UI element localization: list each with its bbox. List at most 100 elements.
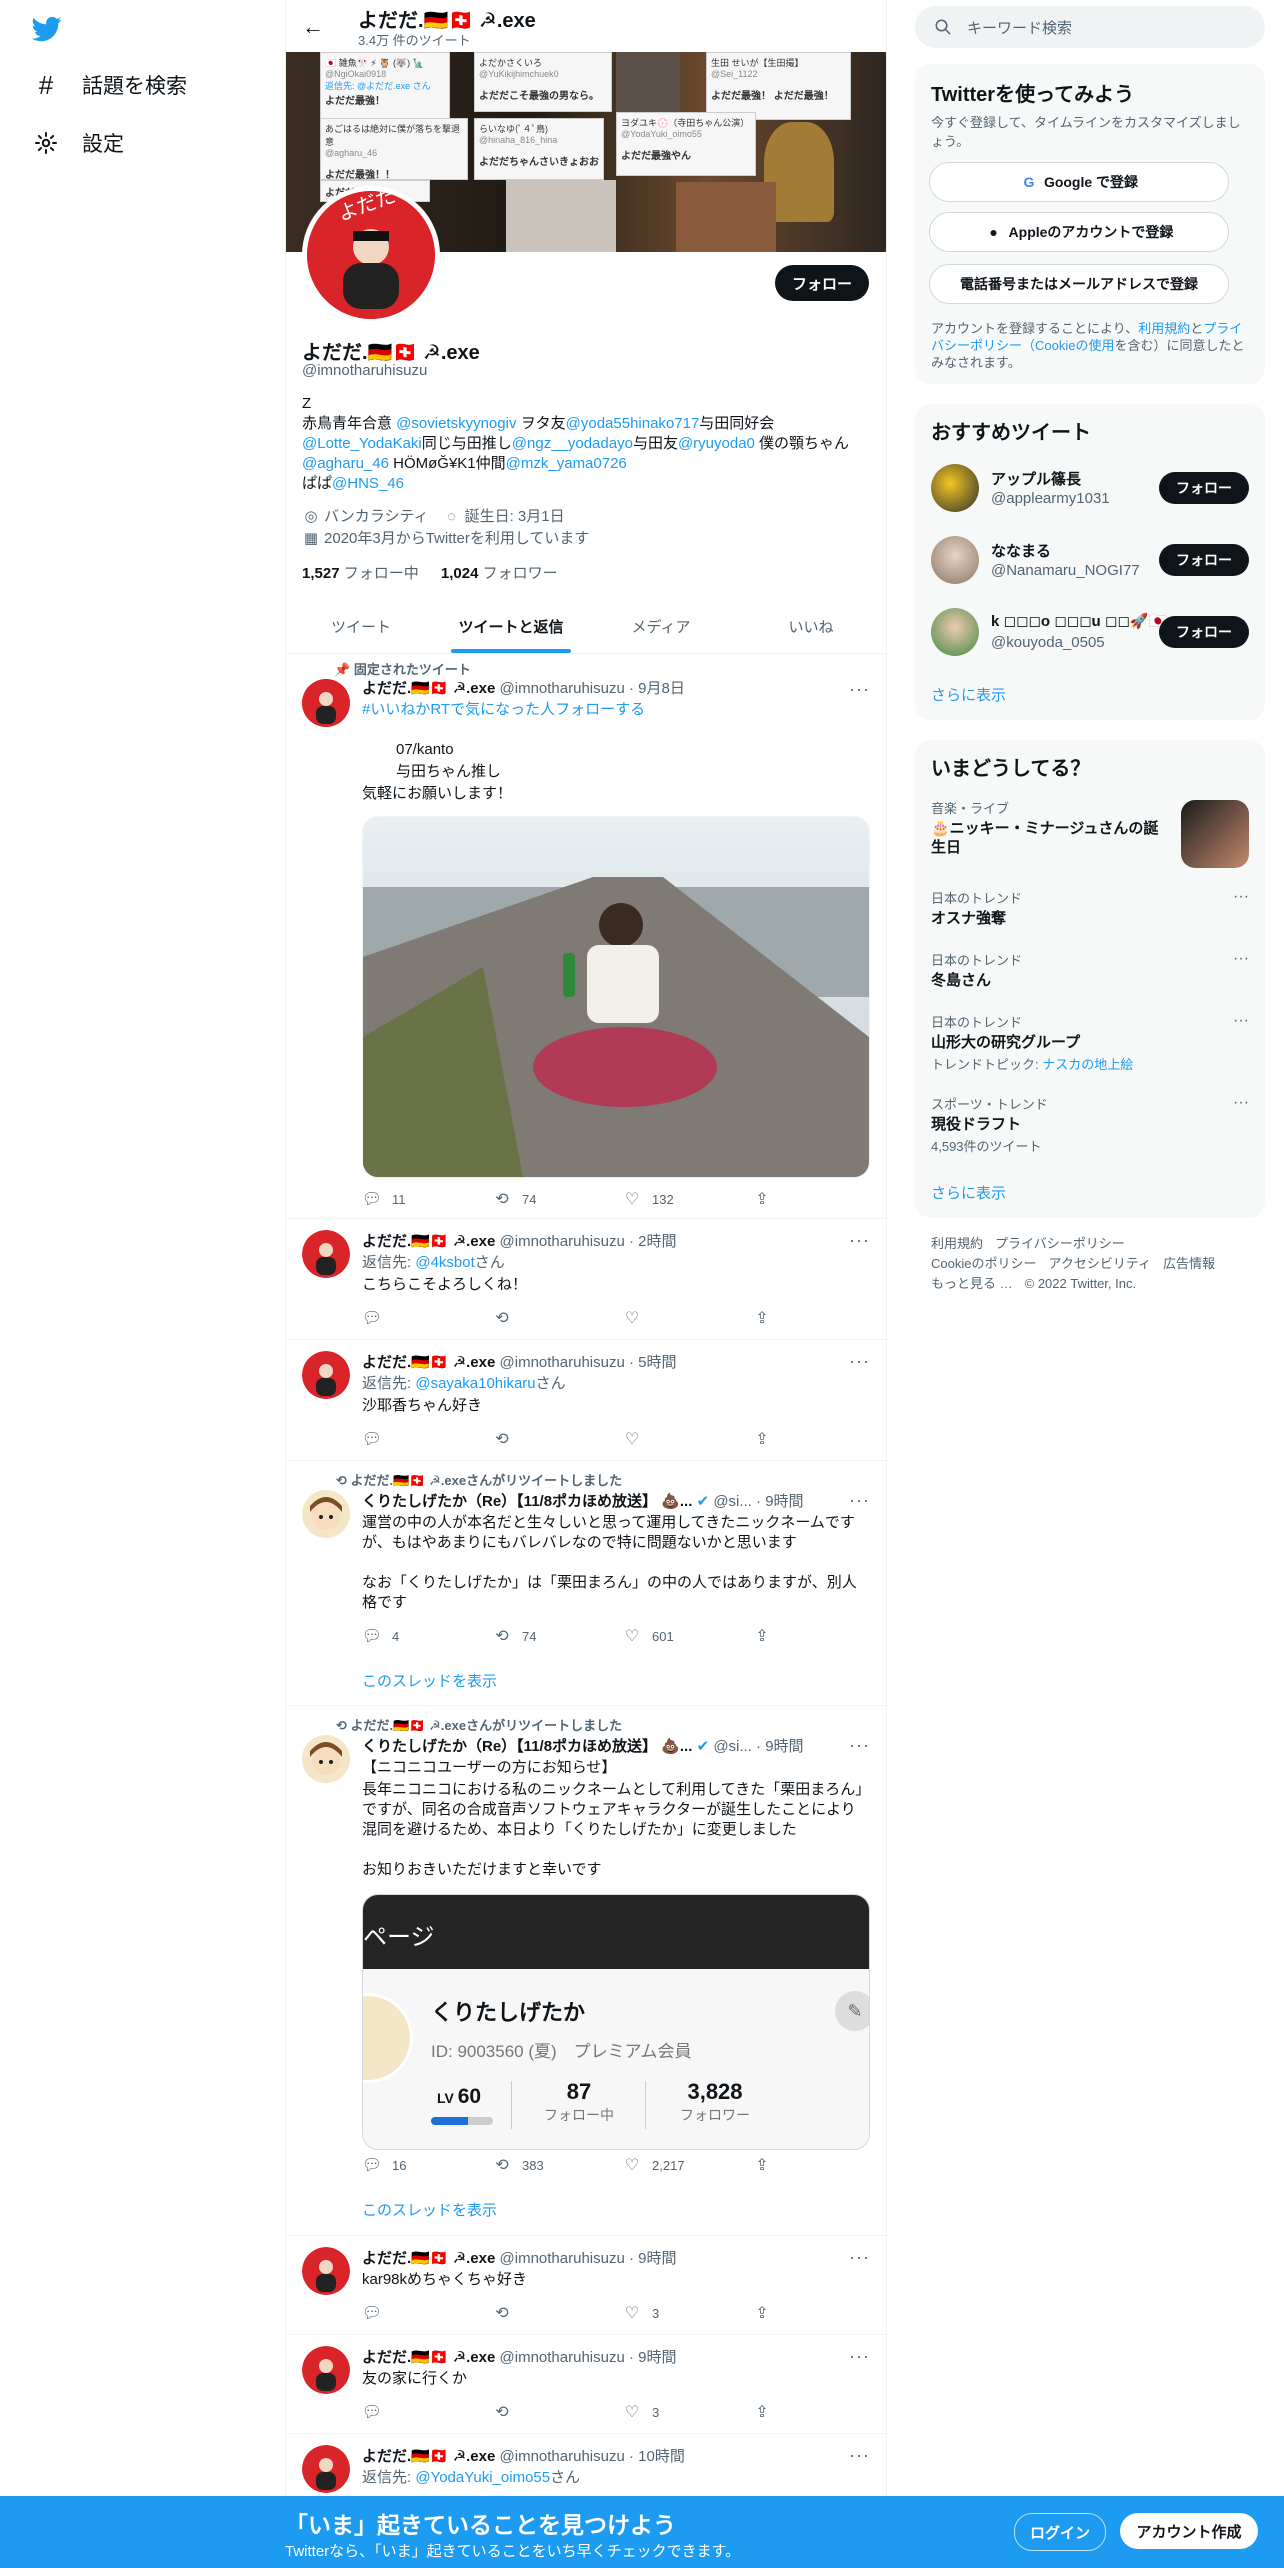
show-thread-link[interactable]: このスレッドを表示 (362, 2199, 497, 2220)
followers-link[interactable]: 1,024 フォロワー (441, 565, 558, 582)
tweet-author-name[interactable]: よだだ.🇩🇪🇨🇭 ☭.exe (362, 2250, 495, 2267)
reply-button[interactable]: 💬︎ 4 (362, 1626, 492, 1646)
tweet[interactable]: ··· よだだ.🇩🇪🇨🇭 ☭.exe @imnotharuhisuzu · 9時… (286, 2235, 886, 2335)
like-button[interactable]: ♡ 132 (622, 1189, 752, 1209)
reply-button[interactable]: 💬︎ (362, 1308, 492, 1328)
follow-button[interactable]: フォロー (775, 265, 869, 301)
tweet-time[interactable]: 10時間 (638, 2448, 685, 2465)
following-link[interactable]: 1,527 フォロー中 (302, 565, 419, 582)
bio-mention[interactable]: @Lotte_YodaKaki (302, 435, 422, 452)
reply-button[interactable]: 💬︎ 16 (362, 2155, 492, 2175)
tweet-time[interactable]: 9月8日 (638, 680, 685, 697)
tweet[interactable]: ··· よだだ.🇩🇪🇨🇭 ☭.exe @imnotharuhisuzu · 2時… (286, 1218, 886, 1340)
follow-button[interactable]: フォロー (1159, 616, 1249, 648)
more-icon[interactable]: ··· (1233, 1094, 1249, 1112)
retweet-button[interactable]: ⟲ (492, 1429, 622, 1449)
footer-link[interactable]: アクセシビリティ (1048, 1256, 1151, 1271)
bio-mention[interactable]: @agharu_46 (302, 455, 389, 472)
twitter-logo-icon[interactable] (31, 14, 62, 44)
trend-item[interactable]: 日本のトレンド 山形大の研究グループ トレンドトピック: ナスカの地上絵 ··· (931, 1012, 1249, 1073)
share-button[interactable]: ⇪ (752, 2402, 782, 2422)
tweet-author-name[interactable]: よだだ.🇩🇪🇨🇭 ☭.exe (362, 2349, 495, 2366)
bio-mention[interactable]: @ngz__yodadayo (512, 435, 633, 452)
terms-link[interactable]: 利用規約 (1138, 321, 1190, 336)
bio-mention[interactable]: @ryuyoda0 (678, 435, 755, 452)
phone-signup-button[interactable]: 電話番号またはメールアドレスで登録 (929, 264, 1229, 304)
tweet-time[interactable]: 9時間 (765, 1493, 803, 1510)
retweet-button[interactable]: ⟲ (492, 2303, 622, 2323)
profile-avatar[interactable]: よだだ (302, 186, 440, 324)
reply-to-mention[interactable]: @YodaYuki_oimo55 (415, 2469, 550, 2486)
trend-item[interactable]: スポーツ・トレンド 現役ドラフト 4,593件のツイート ··· (931, 1094, 1249, 1155)
show-more-link[interactable]: さらに表示 (931, 684, 1006, 705)
google-signup-button[interactable]: G Google で登録 (929, 162, 1229, 202)
trend-item[interactable]: 音楽・ライブ 🎂ニッキー・ミナージュさんの誕生日 (931, 798, 1249, 868)
follow-button[interactable]: フォロー (1159, 544, 1249, 576)
share-button[interactable]: ⇪ (752, 1626, 782, 1646)
tweet-author-name[interactable]: よだだ.🇩🇪🇨🇭 ☭.exe (362, 2448, 495, 2465)
show-thread-link[interactable]: このスレッドを表示 (362, 1670, 497, 1691)
recommended-user[interactable]: ななまる @Nanamaru_NOGI77 フォロー (931, 532, 1249, 588)
reply-button[interactable]: 💬︎ (362, 2402, 492, 2422)
show-more-link[interactable]: さらに表示 (931, 1182, 1006, 1203)
reply-button[interactable]: 💬︎ (362, 2303, 492, 2323)
tweet-photo[interactable] (362, 816, 870, 1178)
trend-topic-link[interactable]: ナスカの地上絵 (1042, 1057, 1133, 1072)
tweet[interactable]: ··· よだだ.🇩🇪🇨🇭 ☭.exe @imnotharuhisuzu · 5時… (286, 1339, 886, 1461)
nav-explore[interactable]: # 話題を検索 (32, 70, 187, 100)
footer-link[interactable]: 利用規約 (931, 1236, 983, 1251)
reply-button[interactable]: 💬︎ 11 (362, 1189, 492, 1209)
tweet-author-name[interactable]: よだだ.🇩🇪🇨🇭 ☭.exe (362, 680, 495, 697)
share-button[interactable]: ⇪ (752, 2303, 782, 2323)
pencil-icon[interactable]: ✎ (835, 1991, 869, 2031)
bio-mention[interactable]: @HNS_46 (332, 475, 404, 492)
more-icon[interactable]: ··· (1233, 1012, 1249, 1030)
share-button[interactable]: ⇪ (752, 1429, 782, 1449)
recommended-user[interactable]: アップル篠長 @applearmy1031 フォロー (931, 460, 1249, 516)
tweet-retweeted[interactable]: ⟲ よだだ.🇩🇪🇨🇭 ☭.exeさんがリツイートしました ··· くりたしげたか… (286, 1460, 886, 1706)
tab-tweets-replies[interactable]: ツイートと返信 (436, 600, 586, 653)
retweet-button[interactable]: ⟲ 383 (492, 2155, 622, 2175)
tweet-time[interactable]: 2時間 (638, 1233, 676, 1250)
tweet-avatar[interactable] (302, 2346, 350, 2394)
tweet-time[interactable]: 9時間 (765, 1738, 803, 1755)
tweet-avatar[interactable] (302, 679, 350, 727)
footer-link[interactable]: もっと見る … (931, 1276, 1013, 1291)
footer-link[interactable]: Cookieのポリシー (931, 1256, 1036, 1271)
bio-mention[interactable]: @sovietskyynogiv (396, 415, 516, 432)
tweet-avatar[interactable] (302, 1490, 350, 1538)
retweet-button[interactable]: ⟲ (492, 2402, 622, 2422)
signup-button[interactable]: アカウント作成 (1120, 2513, 1258, 2549)
tab-likes[interactable]: いいね (736, 600, 886, 653)
like-button[interactable]: ♡ 2,217 (622, 2155, 752, 2175)
reply-to-mention[interactable]: @4ksbot (415, 1254, 474, 1271)
tweet-time[interactable]: 9時間 (638, 2349, 676, 2366)
tweet-author-name[interactable]: よだだ.🇩🇪🇨🇭 ☭.exe (362, 1233, 495, 1250)
tweet-retweeted[interactable]: ⟲ よだだ.🇩🇪🇨🇭 ☭.exeさんがリツイートしました ··· くりたしげたか… (286, 1705, 886, 2236)
nav-settings[interactable]: 設定 (32, 128, 124, 158)
tweet-pinned[interactable]: 📌 固定されたツイート ··· よだだ.🇩🇪🇨🇭 ☭.exe @imnothar… (286, 653, 886, 1219)
like-button[interactable]: ♡ 3 (622, 2402, 752, 2422)
like-button[interactable]: ♡ (622, 1429, 752, 1449)
tab-tweets[interactable]: ツイート (286, 600, 436, 653)
tweet-avatar[interactable] (302, 2445, 350, 2493)
apple-signup-button[interactable]: ● Appleのアカウントで登録 (929, 212, 1229, 252)
reply-button[interactable]: 💬︎ (362, 1429, 492, 1449)
tweet-avatar[interactable] (302, 1230, 350, 1278)
tweet-avatar[interactable] (302, 1735, 350, 1783)
trend-item[interactable]: 日本のトレンド 冬島さん ··· (931, 950, 1249, 990)
tweet-hashtag[interactable]: #いいねかRTで気になった人フォローする (362, 700, 870, 720)
share-button[interactable]: ⇪ (752, 1189, 782, 1209)
search-box[interactable]: キーワード検索 (915, 6, 1265, 48)
share-button[interactable]: ⇪ (752, 2155, 782, 2175)
like-button[interactable]: ♡ 601 (622, 1626, 752, 1646)
recommended-user[interactable]: k ◻◻◻o ◻◻◻u ◻◻🚀🇯🇵 @kouyoda_0505 フォロー (931, 604, 1249, 660)
tweet-time[interactable]: 5時間 (638, 1354, 676, 1371)
retweet-button[interactable]: ⟲ 74 (492, 1189, 622, 1209)
link-card[interactable]: ページ くりたしげたか ID: 9003560 (夏) プレミアム会員 ✎ LV… (362, 1894, 870, 2150)
like-button[interactable]: ♡ (622, 1308, 752, 1328)
bio-mention[interactable]: @mzk_yama0726 (506, 455, 627, 472)
share-button[interactable]: ⇪ (752, 1308, 782, 1328)
tweet-author-name[interactable]: くりたしげたか（Re）【11/8ポカほめ放送】 💩... (362, 1738, 692, 1755)
tab-media[interactable]: メディア (586, 600, 736, 653)
